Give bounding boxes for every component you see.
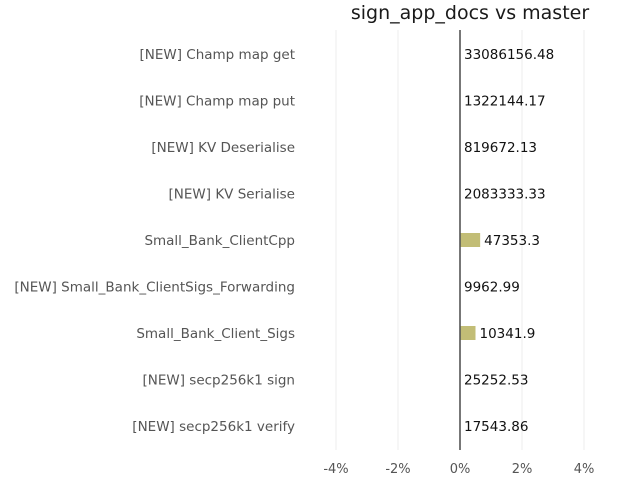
- x-tick-label: 0%: [450, 462, 471, 477]
- value-label: 33086156.48: [464, 47, 554, 63]
- x-tick-labels: -4% -2% 0% 2% 4%: [323, 462, 594, 477]
- value-label: 47353.3: [484, 233, 540, 249]
- chart-title: sign_app_docs vs master: [351, 2, 589, 24]
- value-label: 819672.13: [464, 140, 537, 156]
- category-label: [NEW] KV Deserialise: [151, 140, 295, 156]
- x-tick-label: -2%: [385, 462, 410, 477]
- value-label: 9962.99: [464, 280, 520, 296]
- value-label: 17543.86: [464, 419, 528, 435]
- category-label: [NEW] Champ map get: [139, 47, 295, 63]
- bar: [460, 326, 476, 340]
- x-tick-label: 4%: [574, 462, 595, 477]
- category-label: [NEW] Small_Bank_ClientSigs_Forwarding: [14, 280, 295, 296]
- category-label: Small_Bank_Client_Sigs: [136, 326, 295, 342]
- bar: [460, 233, 481, 247]
- category-label: Small_Bank_ClientCpp: [144, 233, 295, 249]
- value-label: 1322144.17: [464, 94, 546, 110]
- value-label: 25252.53: [464, 373, 528, 389]
- category-label: [NEW] KV Serialise: [169, 187, 295, 203]
- x-tick-label: -4%: [323, 462, 348, 477]
- category-labels: [NEW] Champ map get [NEW] Champ map put [N…: [14, 47, 295, 435]
- x-tick-label: 2%: [512, 462, 533, 477]
- category-label: [NEW] secp256k1 sign: [142, 373, 295, 389]
- comparison-chart: [NEW] Champ map get [NEW] Champ map put [N…: [14, 2, 594, 477]
- category-label: [NEW] secp256k1 verify: [132, 419, 295, 435]
- category-label: [NEW] Champ map put: [139, 94, 295, 110]
- value-label: 2083333.33: [464, 187, 546, 203]
- value-label: 10341.9: [480, 326, 536, 342]
